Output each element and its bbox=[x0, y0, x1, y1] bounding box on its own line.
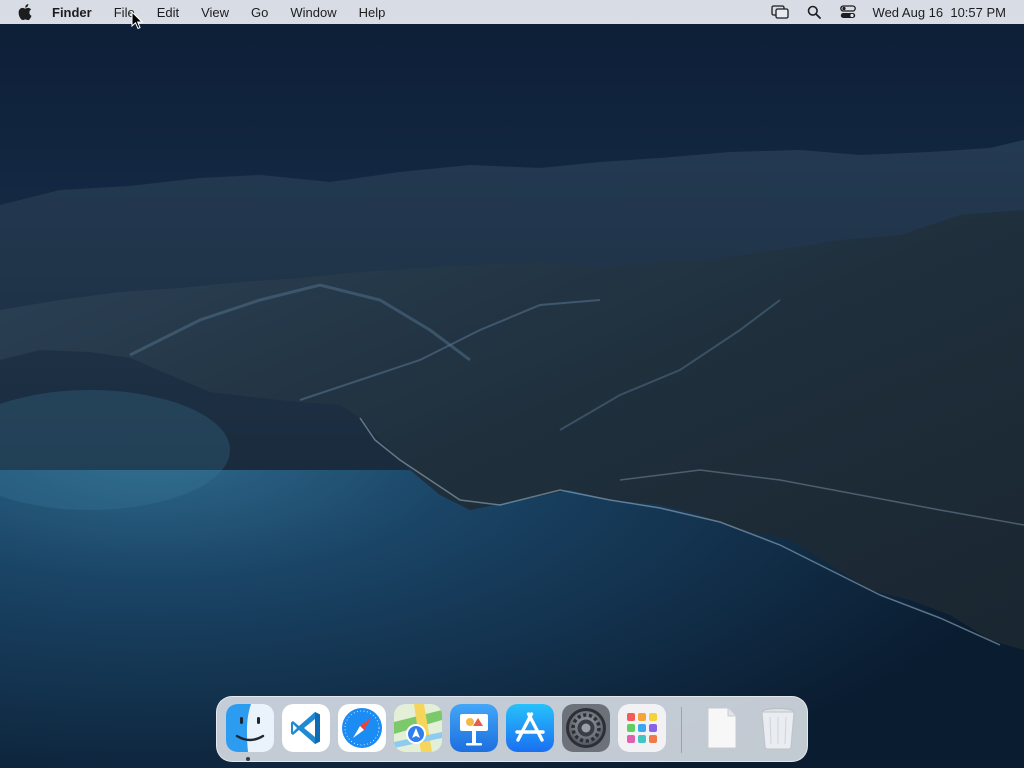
menu-app-name[interactable]: Finder bbox=[52, 5, 92, 20]
maps-icon[interactable] bbox=[394, 704, 442, 752]
document-icon[interactable] bbox=[698, 704, 746, 752]
menu-go[interactable]: Go bbox=[251, 5, 268, 20]
dock-separator bbox=[681, 707, 682, 753]
menu-edit[interactable]: Edit bbox=[157, 5, 179, 20]
system-settings-icon[interactable] bbox=[562, 704, 610, 752]
menu-window[interactable]: Window bbox=[290, 5, 336, 20]
trash-icon[interactable] bbox=[754, 704, 802, 752]
control-center-icon[interactable] bbox=[839, 4, 857, 20]
finder-running-indicator bbox=[246, 757, 250, 761]
screen-mirroring-icon[interactable] bbox=[770, 4, 789, 20]
app-store-icon[interactable] bbox=[506, 704, 554, 752]
mouse-cursor-icon bbox=[131, 11, 143, 30]
menu-bar-status-area: Wed Aug 16 10:57 PM bbox=[770, 0, 1024, 24]
desktop-wallpaper bbox=[0, 0, 1024, 768]
launchpad-icon[interactable] bbox=[618, 704, 666, 752]
dock bbox=[216, 696, 808, 762]
vscode-icon[interactable] bbox=[282, 704, 330, 752]
apple-logo-icon[interactable] bbox=[18, 4, 34, 20]
menu-help[interactable]: Help bbox=[359, 5, 386, 20]
menu-view[interactable]: View bbox=[201, 5, 229, 20]
finder-icon[interactable] bbox=[226, 704, 274, 752]
keynote-icon[interactable] bbox=[450, 704, 498, 752]
spotlight-search-icon[interactable] bbox=[805, 4, 823, 20]
menu-bar: Finder File Edit View Go Window Help Wed… bbox=[0, 0, 1024, 24]
safari-icon[interactable] bbox=[338, 704, 386, 752]
menu-bar-clock[interactable]: Wed Aug 16 10:57 PM bbox=[873, 5, 1006, 20]
